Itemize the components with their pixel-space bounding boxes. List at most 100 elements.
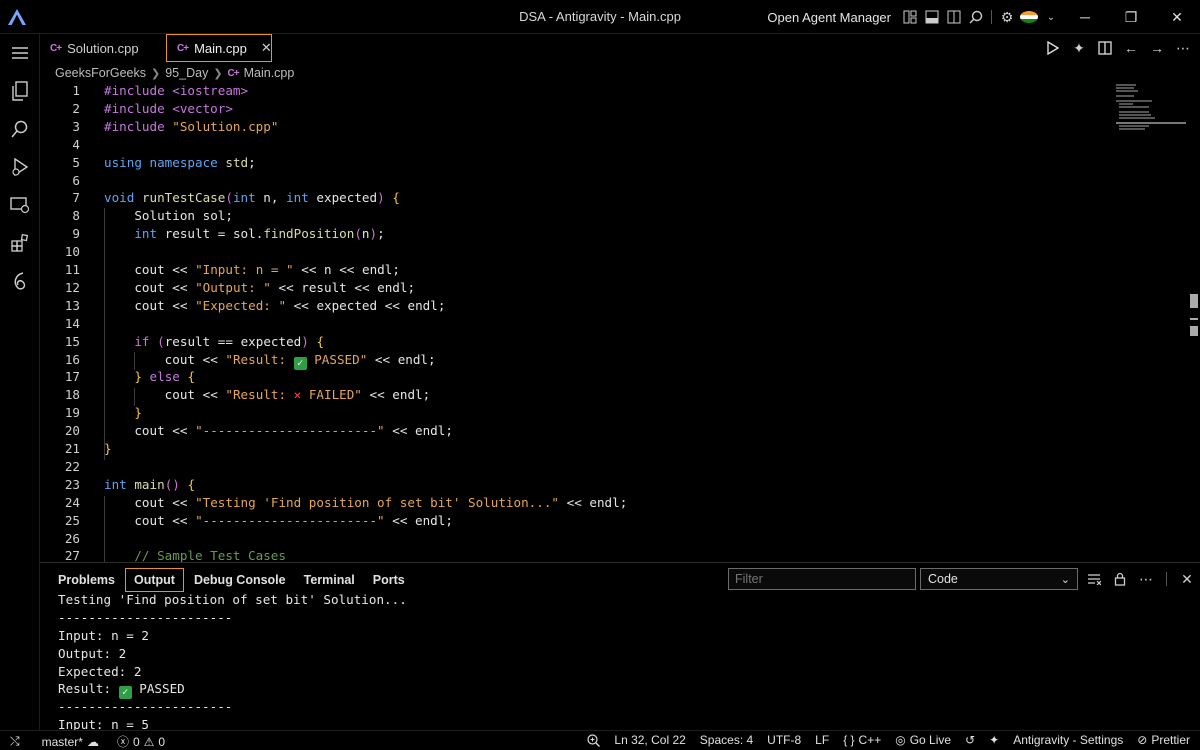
branch-indicator[interactable]: master* ☁ <box>42 735 99 749</box>
scrollbar-marker <box>1190 294 1198 308</box>
error-count: 0 <box>132 734 140 749</box>
clear-output-icon[interactable] <box>1084 569 1104 589</box>
back-arrow-icon[interactable]: ← <box>1122 37 1140 59</box>
code-text: using namespace std; <box>104 154 256 170</box>
sparkle-icon[interactable]: ✦ <box>1070 37 1088 59</box>
layout-customize-icon[interactable] <box>899 6 921 28</box>
split-editor-icon[interactable] <box>1096 37 1114 59</box>
toggle-panel-icon[interactable] <box>921 6 943 28</box>
antigravity-logo-icon[interactable] <box>0 0 34 34</box>
account-flag-icon[interactable] <box>1018 6 1040 28</box>
breadcrumb-item[interactable]: Main.cpp <box>244 66 295 80</box>
code-line[interactable]: 7 void runTestCase(int n, int expected) { <box>40 189 1080 207</box>
agent-icon[interactable] <box>0 262 40 300</box>
problems-indicator[interactable]: ⓧ 0 ⚠ 0 <box>117 733 165 750</box>
code-line[interactable]: 5 using namespace std; <box>40 154 1080 172</box>
code-line[interactable]: 24 cout << "Testing 'Find position of se… <box>40 494 1080 512</box>
restore-button[interactable]: ❐ <box>1108 0 1154 34</box>
run-debug-icon[interactable] <box>0 148 40 186</box>
code-line[interactable]: 13 cout << "Expected: " << expected << e… <box>40 297 1080 315</box>
end-of-line[interactable]: LF <box>815 733 829 747</box>
tab-ports[interactable]: Ports <box>365 569 413 591</box>
more-actions-icon[interactable]: ⋯ <box>1136 569 1156 589</box>
code-line[interactable]: 15 if (result == expected) { <box>40 333 1080 351</box>
code-line[interactable]: 9 int result = sol.findPosition(n); <box>40 225 1080 243</box>
code-text: #include <iostream> <box>104 83 249 98</box>
line-number: 19 <box>64 405 80 421</box>
close-icon[interactable]: ✕ <box>261 40 272 56</box>
output-line: ----------------------- <box>58 609 233 625</box>
breadcrumb-item[interactable]: GeeksForGeeks <box>55 66 146 80</box>
language-mode[interactable]: { } C++ <box>843 733 881 747</box>
output-line: Input: n = 2 <box>58 627 149 643</box>
menu-icon[interactable] <box>0 34 40 72</box>
filter-input[interactable] <box>728 568 916 590</box>
more-actions-icon[interactable]: ⋯ <box>1174 37 1192 59</box>
breadcrumb-item[interactable]: 95_Day <box>165 66 208 80</box>
chevron-down-icon[interactable]: ⌄ <box>1040 6 1062 28</box>
code-line[interactable]: 26 <box>40 530 1080 548</box>
minimize-button[interactable]: ─ <box>1062 0 1108 34</box>
sparkle-icon[interactable]: ✦ <box>989 733 999 747</box>
line-number: 18 <box>64 387 80 403</box>
output-log[interactable]: Testing 'Find position of set bit' Solut… <box>58 591 407 734</box>
code-line[interactable]: 19 } <box>40 404 1080 422</box>
zoom-icon[interactable] <box>587 733 601 747</box>
go-live-button[interactable]: ◎ Go Live <box>895 733 951 747</box>
code-line[interactable]: 22 <box>40 458 1080 476</box>
tab-debug-console[interactable]: Debug Console <box>186 569 294 591</box>
settings-status[interactable]: Antigravity - Settings <box>1013 733 1123 747</box>
code-line[interactable]: 16 cout << "Result: ✓ PASSED" << endl; <box>40 351 1080 370</box>
tab-problems[interactable]: Problems <box>50 569 123 591</box>
tab-solution-cpp[interactable]: C+ Solution.cpp <box>40 34 166 62</box>
explorer-icon[interactable] <box>0 72 40 110</box>
run-icon[interactable] <box>1044 37 1062 59</box>
indentation[interactable]: Spaces: 4 <box>700 733 753 747</box>
code-line[interactable]: 12 cout << "Output: " << result << endl; <box>40 279 1080 297</box>
code-text: // Sample Test Cases <box>104 548 286 562</box>
code-line[interactable]: 25 cout << "-----------------------" << … <box>40 512 1080 530</box>
remote-explorer-icon[interactable] <box>0 186 40 224</box>
code-line[interactable]: 21} <box>40 440 1080 458</box>
extensions-icon[interactable] <box>0 224 40 262</box>
remote-icon[interactable]: ⤭ <box>10 734 20 749</box>
code-line[interactable]: 3 #include "Solution.cpp" <box>40 118 1080 136</box>
forward-arrow-icon[interactable]: → <box>1148 37 1166 59</box>
encoding[interactable]: UTF-8 <box>767 733 801 747</box>
tab-terminal[interactable]: Terminal <box>296 569 363 591</box>
code-line[interactable]: 4 <box>40 136 1080 154</box>
code-line[interactable]: 2 #include <vector> <box>40 100 1080 118</box>
chevron-right-icon: ❯ <box>213 67 223 80</box>
editor-tabs: C+ Solution.cpp C+ Main.cpp ✕ ✦ ← → ⋯ <box>40 34 1200 62</box>
lock-icon[interactable] <box>1110 569 1130 589</box>
panel-actions: ⋯ ✕ <box>1084 568 1197 590</box>
open-agent-manager-button[interactable]: Open Agent Manager <box>767 10 891 25</box>
code-editor[interactable]: 1 #include <iostream> 2 #include <vector> 3 #… <box>40 82 1200 562</box>
output-channel-select[interactable]: Code ⌄ <box>920 568 1078 590</box>
close-panel-icon[interactable]: ✕ <box>1177 569 1197 589</box>
tab-output[interactable]: Output <box>124 568 184 592</box>
code-line[interactable]: 20 cout << "-----------------------" << … <box>40 422 1080 440</box>
tab-main-cpp[interactable]: C+ Main.cpp ✕ <box>166 34 272 62</box>
code-line[interactable]: 11 cout << "Input: n = " << n << endl; <box>40 261 1080 279</box>
toggle-secondary-sidebar-icon[interactable] <box>943 6 965 28</box>
prettier-status[interactable]: ⊘ Prettier <box>1137 733 1190 747</box>
code-line[interactable]: 10 <box>40 243 1080 261</box>
code-line[interactable]: 8 Solution sol; <box>40 207 1080 225</box>
code-line[interactable]: 17 } else { <box>40 368 1080 386</box>
code-line[interactable]: 1 #include <iostream> <box>40 82 1080 100</box>
code-line[interactable]: 23 int main() { <box>40 476 1080 494</box>
code-line[interactable]: 27 // Sample Test Cases <box>40 547 1080 562</box>
search-icon[interactable] <box>0 110 40 148</box>
search-icon[interactable] <box>965 6 987 28</box>
gear-icon[interactable]: ⚙ <box>996 6 1018 28</box>
cursor-position[interactable]: Ln 32, Col 22 <box>614 733 685 747</box>
minimap[interactable] <box>1114 82 1186 162</box>
code-line[interactable]: 14 <box>40 315 1080 333</box>
close-window-button[interactable]: ✕ <box>1154 0 1200 34</box>
code-line[interactable]: 18 cout << "Result: ✕ FAILED" << endl; <box>40 386 1080 404</box>
history-icon[interactable]: ↺ <box>965 733 975 747</box>
warning-icon: ⚠ <box>143 734 155 749</box>
code-line[interactable]: 6 <box>40 172 1080 190</box>
code-text: cout << "Expected: " << expected << endl… <box>134 297 446 313</box>
